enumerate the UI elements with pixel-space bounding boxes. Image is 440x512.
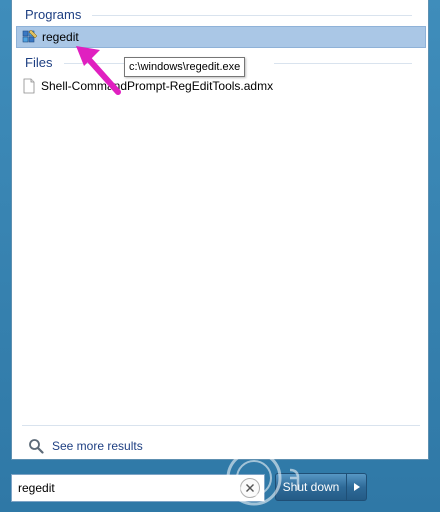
start-menu-window: Programs regedit Files Shell-CommandProm… [0, 0, 440, 512]
shut-down-options-button[interactable] [347, 473, 367, 501]
see-more-divider [22, 425, 420, 426]
programs-section-divider [92, 15, 412, 16]
program-result-label: regedit [42, 30, 79, 44]
file-icon [23, 78, 35, 94]
programs-section-header: Programs [25, 7, 82, 22]
file-result-label: Shell-CommandPrompt-RegEditTools.admx [41, 79, 274, 93]
chevron-right-icon [353, 483, 360, 491]
search-icon [29, 439, 44, 454]
start-search-box[interactable] [11, 474, 265, 502]
start-search-input[interactable] [18, 478, 218, 498]
program-path-tooltip: c:\windows\regedit.exe [124, 57, 246, 77]
files-section-divider-right [274, 63, 412, 64]
see-more-results-link[interactable]: See more results [28, 437, 143, 455]
close-icon [246, 484, 254, 492]
regedit-icon [22, 29, 38, 43]
file-result-admx[interactable]: Shell-CommandPrompt-RegEditTools.admx [16, 75, 426, 97]
see-more-results-label: See more results [52, 439, 143, 453]
shut-down-button[interactable]: Shut down [275, 473, 347, 501]
program-result-regedit[interactable]: regedit [16, 26, 426, 48]
clear-search-button[interactable] [240, 478, 260, 498]
files-section-header: Files [25, 55, 53, 70]
